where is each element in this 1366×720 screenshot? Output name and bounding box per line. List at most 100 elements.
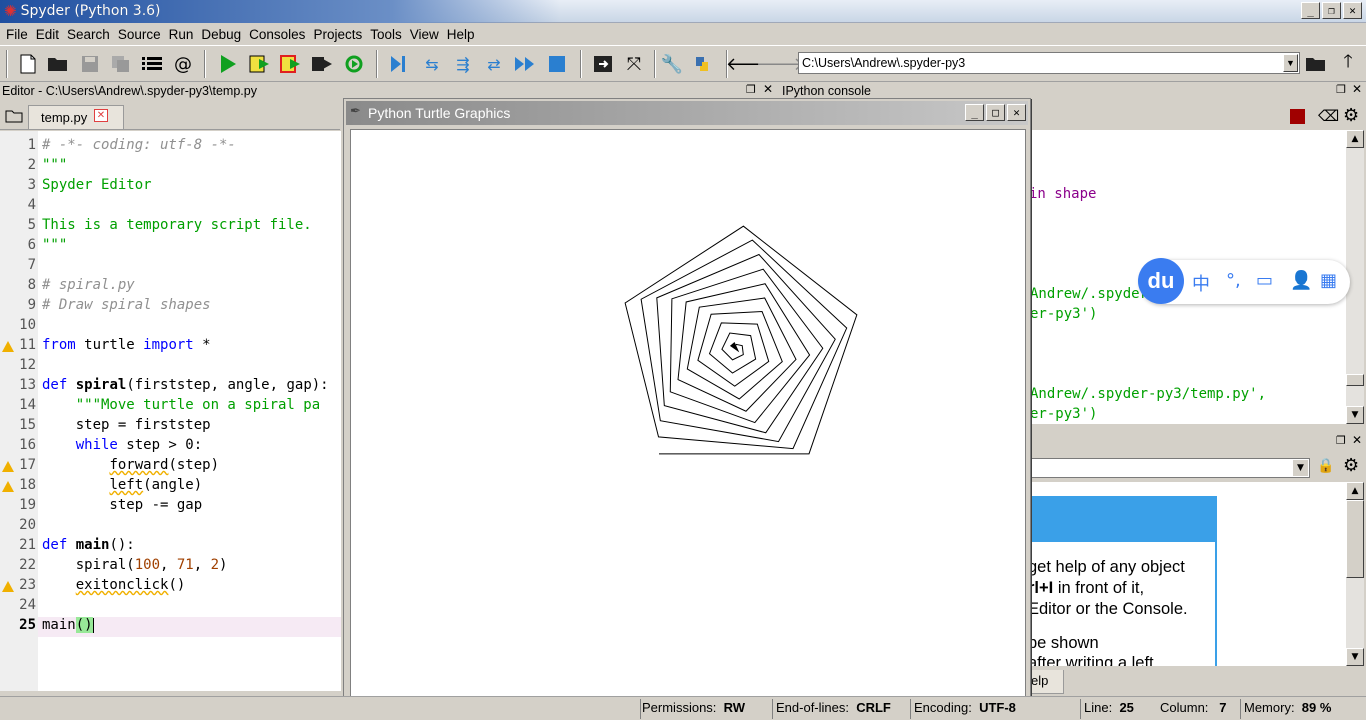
preferences-wrench-icon[interactable]: 🔧 (660, 52, 684, 76)
stop-kernel-icon[interactable] (1290, 109, 1305, 124)
line-number: 21 (19, 537, 36, 553)
close-button[interactable]: ✕ (1343, 2, 1362, 19)
scroll-up-icon[interactable]: ▲ (1346, 130, 1364, 148)
fullscreen-icon[interactable]: ⤧ (622, 52, 646, 76)
menu-view[interactable]: View (406, 27, 443, 42)
help-object-combo[interactable]: ▼ (1030, 458, 1310, 478)
menu-debug[interactable]: Debug (197, 27, 245, 42)
run-cell-icon[interactable] (248, 52, 272, 76)
continue-icon[interactable] (513, 52, 537, 76)
close-pane-icon[interactable]: ✕ (1352, 82, 1362, 96)
stop-debug-icon[interactable] (545, 52, 569, 76)
working-directory-combo[interactable]: C:\Users\Andrew\.spyder-py3 ▼ (798, 52, 1300, 74)
parent-dir-arrow-icon[interactable]: 🡑 (1336, 51, 1360, 76)
restore-button[interactable]: ❐ (1322, 2, 1341, 19)
user-icon[interactable]: 👤 (1290, 270, 1312, 291)
tab-help[interactable]: elp (1030, 670, 1064, 694)
menu-file[interactable]: File (2, 27, 32, 42)
minimize-button[interactable]: _ (965, 104, 984, 121)
menu-source[interactable]: Source (114, 27, 165, 42)
run-icon[interactable] (216, 52, 240, 76)
turtle-title-bar[interactable]: ✒ Python Turtle Graphics _ □ ✕ (346, 101, 1028, 125)
keyword: def (42, 537, 68, 553)
maximize-button[interactable]: □ (986, 104, 1005, 121)
new-file-icon[interactable] (16, 52, 40, 76)
scroll-down-icon[interactable]: ▼ (1346, 648, 1364, 666)
line-number: 18 (19, 477, 36, 493)
gear-icon[interactable]: ⚙ (1343, 455, 1359, 476)
code-token: exitonclick (75, 577, 169, 593)
grid-menu-icon[interactable]: ▦ (1320, 270, 1337, 291)
code-token: * (193, 337, 211, 353)
turtle-graphics-window[interactable]: ✒ Python Turtle Graphics _ □ ✕ (343, 98, 1031, 702)
code-token: (): (109, 537, 135, 553)
chevron-down-icon[interactable]: ▼ (1283, 54, 1298, 72)
code-line: def main(): (42, 537, 135, 553)
close-pane-icon[interactable]: ✕ (1352, 433, 1362, 447)
lock-icon[interactable]: 🔒 (1317, 458, 1334, 474)
menu-projects[interactable]: Projects (309, 27, 366, 42)
browse-tabs-icon[interactable] (5, 109, 23, 127)
turtle-cursor-icon (729, 341, 740, 353)
chinese-mode-icon[interactable]: 中 (1192, 270, 1210, 296)
undock-icon[interactable]: ❐ (746, 83, 756, 96)
turtle-canvas[interactable] (350, 129, 1026, 697)
undock-icon[interactable]: ❐ (1336, 83, 1346, 96)
scroll-thumb[interactable] (1346, 374, 1364, 386)
line-number: 22 (19, 557, 36, 573)
line-number: 11 (19, 337, 36, 353)
keyboard-icon[interactable]: ▭ (1256, 270, 1273, 291)
python-path-icon[interactable] (690, 52, 714, 76)
line-number: 15 (19, 417, 36, 433)
scroll-down-icon[interactable]: ▼ (1346, 406, 1364, 424)
tab-label: temp.py (41, 110, 88, 125)
run-cell-advance-icon[interactable] (279, 52, 303, 76)
status-value: 7 (1219, 700, 1227, 715)
gear-icon[interactable]: ⚙ (1343, 105, 1359, 126)
menu-tools[interactable]: Tools (366, 27, 406, 42)
step-return-icon[interactable]: ⇄ (482, 52, 506, 76)
debug-icon[interactable] (387, 52, 411, 76)
save-icon[interactable] (78, 52, 102, 76)
menu-run[interactable]: Run (165, 27, 198, 42)
close-button[interactable]: ✕ (1007, 104, 1026, 121)
scroll-up-icon[interactable]: ▲ (1346, 482, 1364, 500)
close-icon[interactable]: ✕ (94, 109, 108, 122)
eraser-icon[interactable]: ⌫ (1318, 107, 1339, 125)
scroll-thumb[interactable] (1346, 500, 1364, 578)
status-value: CRLF (856, 700, 891, 715)
chevron-down-icon[interactable]: ▼ (1293, 460, 1308, 476)
ime-toolbar[interactable]: du 中 °, ▭ 👤 ▦ (1138, 258, 1350, 304)
code-line: left(angle) (42, 477, 202, 493)
run-selection-icon[interactable] (310, 52, 334, 76)
menu-help[interactable]: Help (443, 27, 479, 42)
minimize-button[interactable]: _ (1301, 2, 1320, 19)
menu-edit[interactable]: Edit (32, 27, 63, 42)
console-text: in shape (1030, 186, 1096, 202)
rerun-icon[interactable] (342, 52, 366, 76)
open-folder-icon[interactable] (46, 52, 70, 76)
tab-temp-py[interactable]: temp.py (28, 105, 124, 129)
code-line: Spyder Editor (42, 177, 152, 193)
browse-folder-icon[interactable] (1304, 52, 1328, 76)
baidu-logo-icon[interactable]: du (1138, 258, 1184, 304)
save-all-icon[interactable] (109, 52, 133, 76)
line-number: 4 (27, 197, 36, 213)
at-icon[interactable]: @ (171, 52, 195, 76)
menu-search[interactable]: Search (63, 27, 114, 42)
punctuation-icon[interactable]: °, (1226, 270, 1241, 291)
help-scrollbar[interactable]: ▲ ▼ (1346, 482, 1364, 666)
maximize-pane-icon[interactable] (591, 52, 615, 76)
step-icon[interactable]: ⇆ (420, 52, 444, 76)
line-number: 8 (27, 277, 36, 293)
menu-consoles[interactable]: Consoles (245, 27, 309, 42)
list-icon[interactable] (140, 52, 164, 76)
undock-icon[interactable]: ❐ (1336, 434, 1346, 447)
status-label: End-of-lines: (776, 700, 849, 715)
step-into-icon[interactable]: ⇶ (451, 52, 475, 76)
close-pane-icon[interactable]: ✕ (763, 82, 773, 96)
code-editor[interactable]: # -*- coding: utf-8 -*- """ Spyder Edito… (38, 131, 341, 691)
forward-arrow-icon[interactable]: 🡒 (756, 52, 804, 76)
help-content[interactable]: get help of any object rl+I in front of … (1030, 482, 1346, 666)
function-name: main (67, 537, 110, 553)
